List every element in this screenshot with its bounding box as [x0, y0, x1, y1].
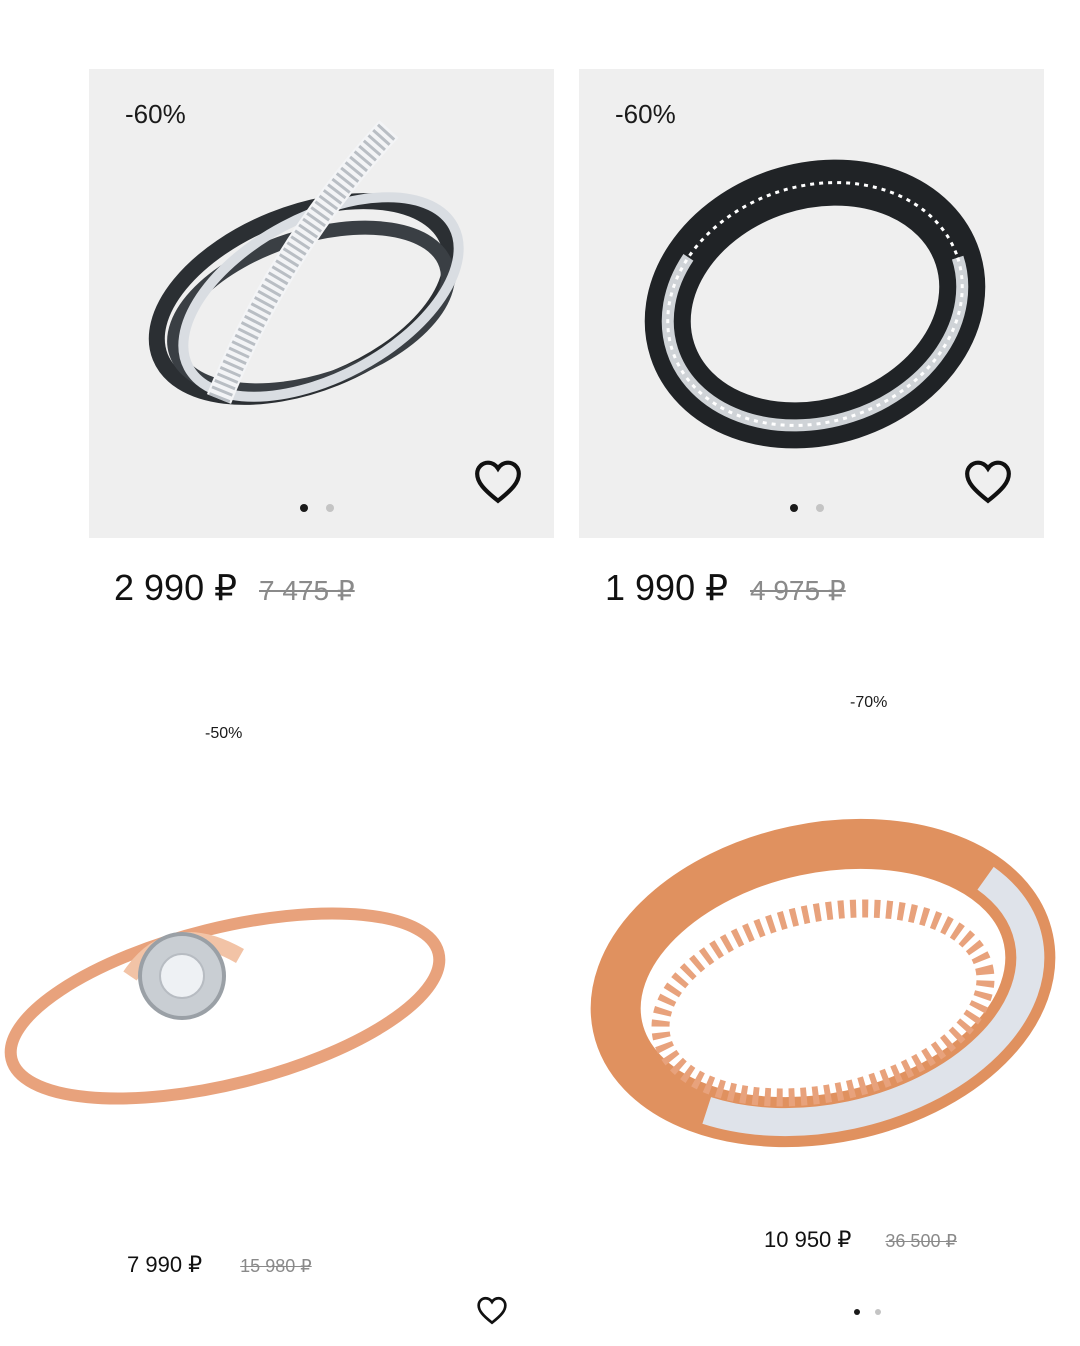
image-carousel-dots[interactable] — [790, 504, 824, 512]
old-price: 36 500 ₽ — [885, 1231, 957, 1251]
price-block: 1 990 ₽ 4 975 ₽ — [605, 567, 846, 609]
discount-badge: -70% — [850, 694, 888, 711]
old-price: 15 980 ₽ — [240, 1256, 312, 1276]
current-price: 10 950 ₽ — [764, 1227, 852, 1252]
ring-image-rose-gold-solitaire — [4, 907, 446, 1105]
product-image-3[interactable]: -50% — [0, 716, 533, 1330]
current-price: 7 990 ₽ — [127, 1252, 203, 1277]
carousel-dot-1[interactable] — [790, 504, 798, 512]
image-carousel-dots[interactable] — [854, 1309, 881, 1315]
discount-badge: -60% — [125, 99, 186, 129]
image-carousel-dots[interactable] — [300, 504, 334, 512]
carousel-dot-2[interactable] — [816, 504, 824, 512]
price-block: 2 990 ₽ 7 475 ₽ — [114, 567, 355, 609]
carousel-dot-1[interactable] — [300, 504, 308, 512]
old-price: 7 475 ₽ — [259, 575, 355, 606]
old-price: 4 975 ₽ — [750, 575, 846, 606]
carousel-dot-2[interactable] — [326, 504, 334, 512]
discount-badge: -60% — [615, 99, 676, 129]
carousel-dot-1[interactable] — [854, 1309, 860, 1315]
current-price: 1 990 ₽ — [605, 567, 728, 608]
heart-outline-icon[interactable] — [963, 458, 1013, 504]
current-price: 2 990 ₽ — [114, 567, 237, 608]
discount-badge: -50% — [205, 725, 243, 742]
carousel-dot-2[interactable] — [875, 1309, 881, 1315]
product-image-1[interactable]: -60% — [89, 69, 554, 538]
product-image-2[interactable]: -60% — [579, 69, 1044, 538]
price-block: 7 990 ₽ 15 980 ₽ — [127, 1252, 312, 1278]
heart-outline-icon[interactable] — [473, 458, 523, 504]
price-block: 10 950 ₽ 36 500 ₽ — [764, 1227, 957, 1253]
heart-outline-icon[interactable] — [476, 1295, 508, 1325]
